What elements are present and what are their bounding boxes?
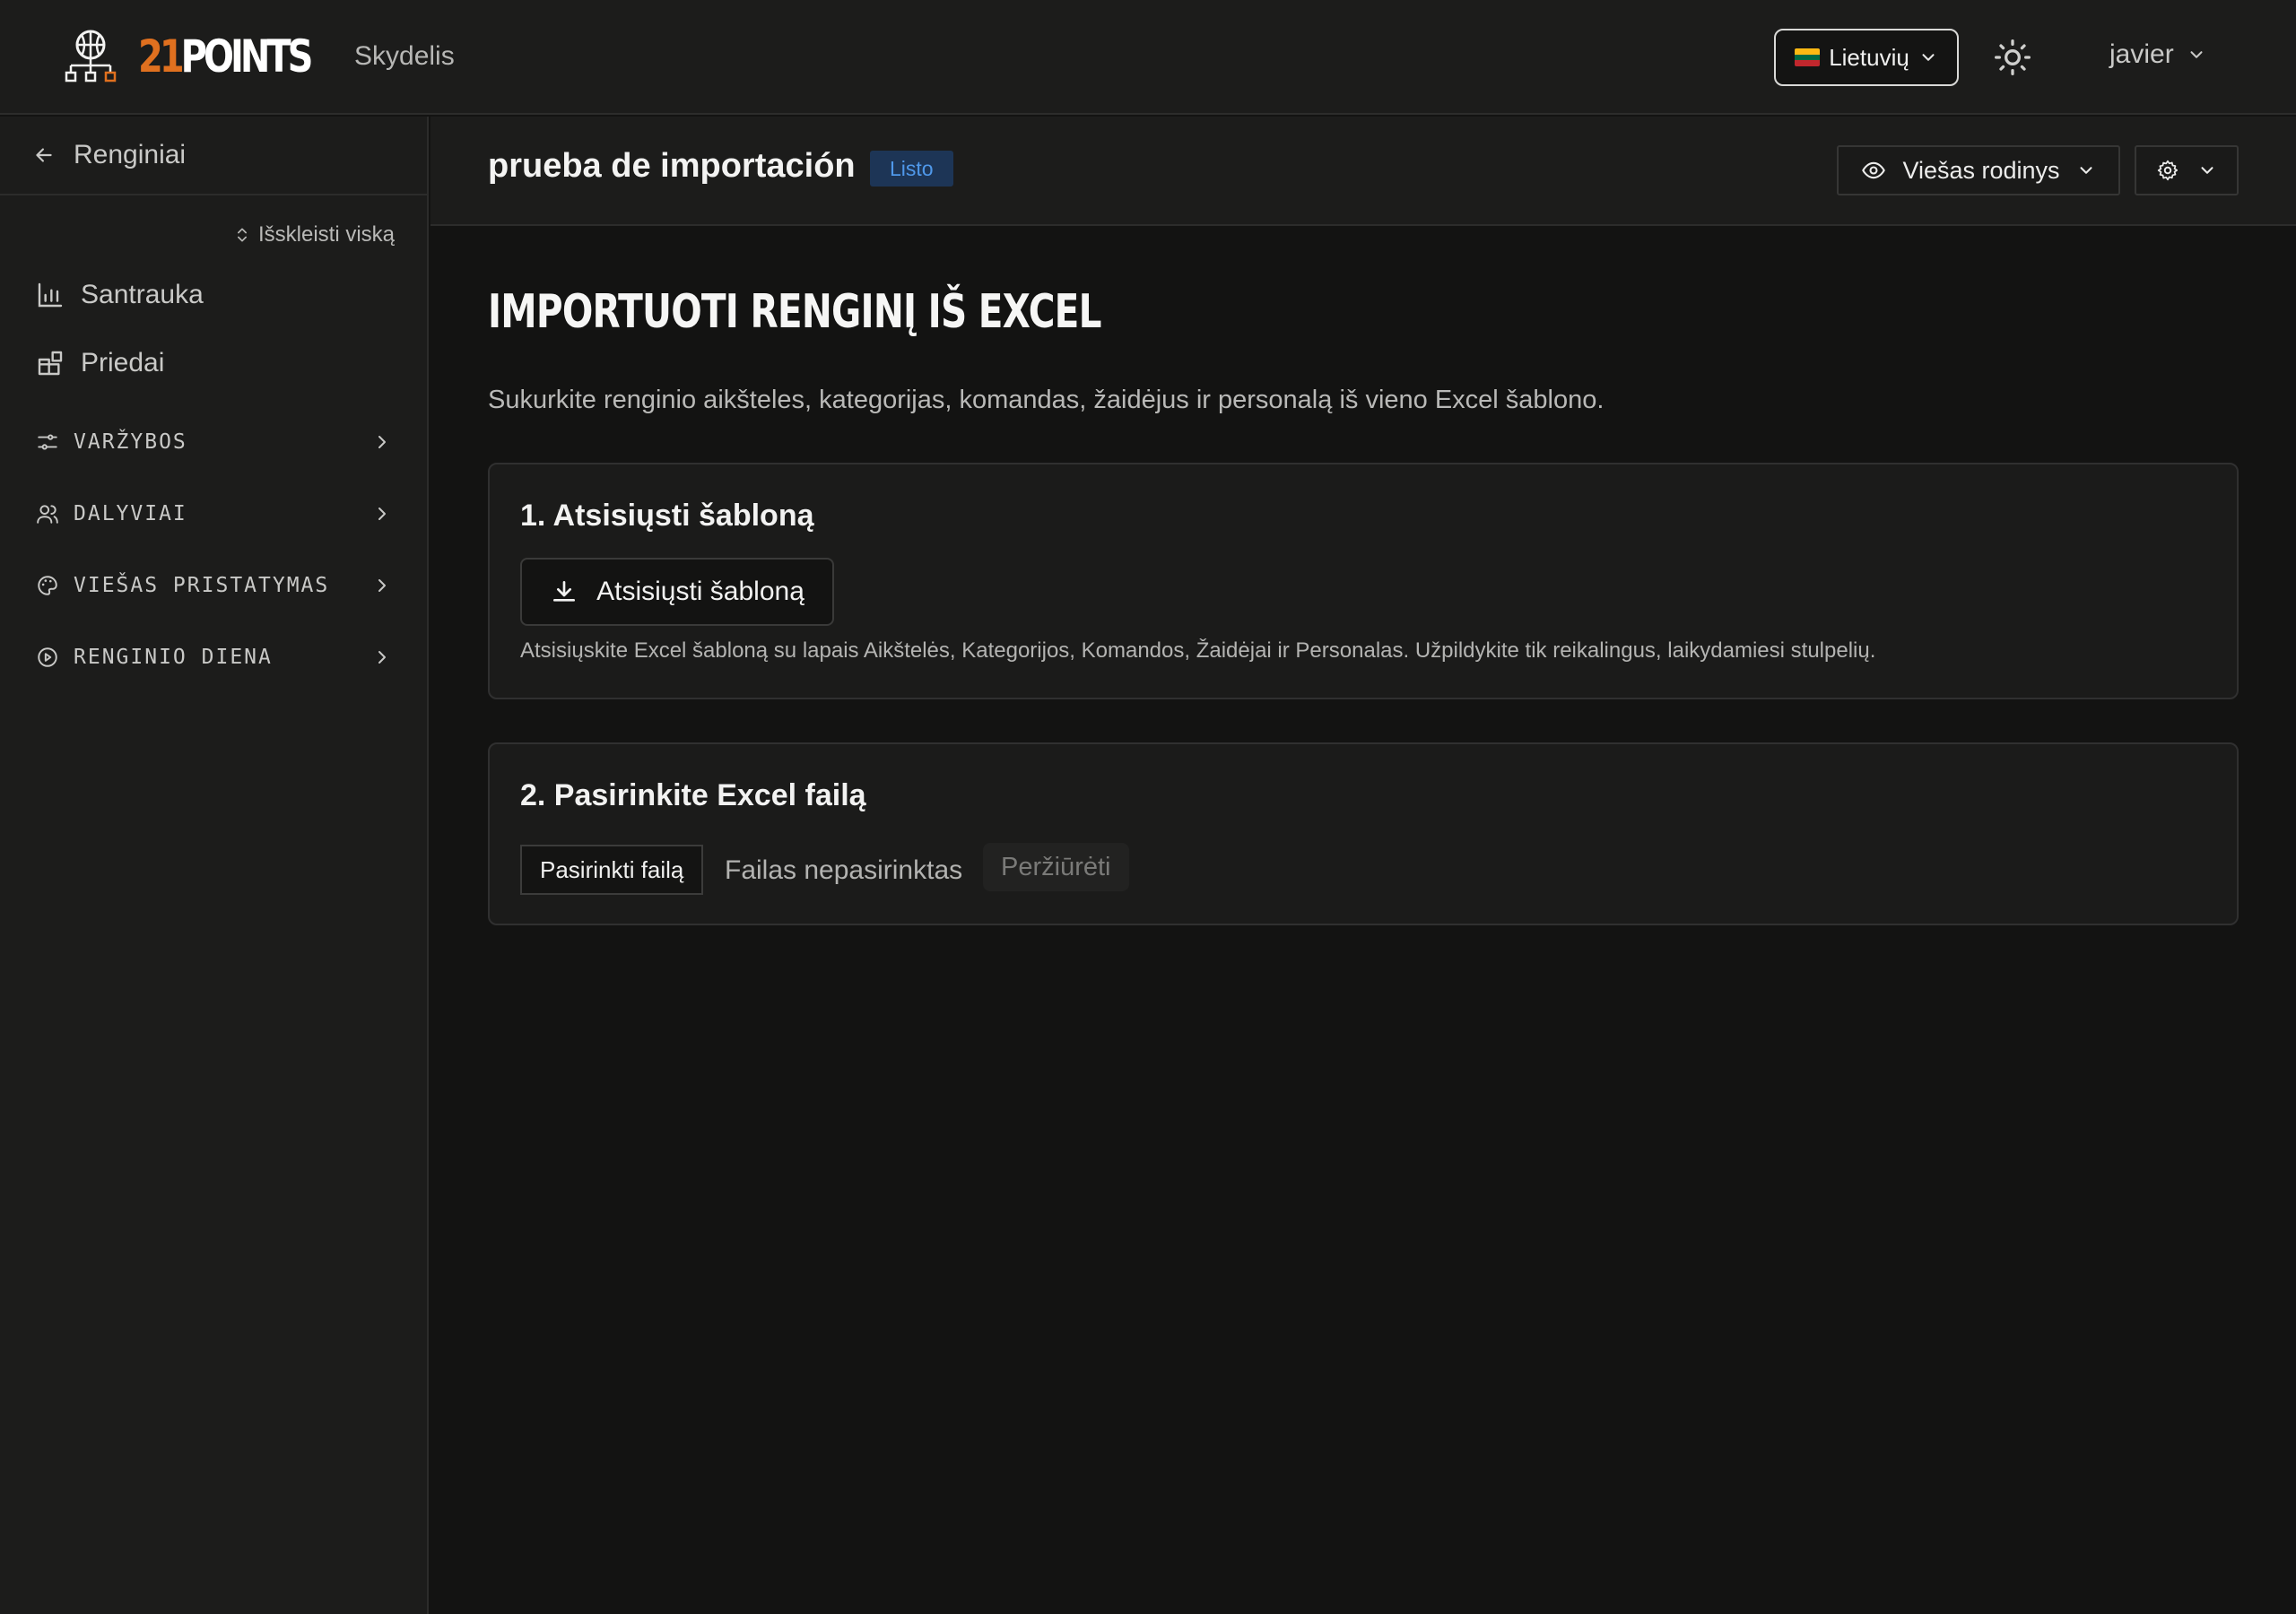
sidebar-group-public-presentation[interactable]: VIEŠAS PRISTATYMAS bbox=[36, 574, 393, 597]
chevron-right-icon bbox=[378, 436, 386, 448]
sidebar-group-event-day[interactable]: RENGINIO DIENA bbox=[36, 646, 393, 669]
download-template-label: Atsisiųsti šabloną bbox=[596, 577, 804, 606]
back-link-label: Renginiai bbox=[74, 140, 187, 169]
gear-icon bbox=[2157, 160, 2179, 181]
sidebar-item-addons[interactable]: Priedai bbox=[36, 348, 164, 378]
import-description: Sukurkite renginio aikšteles, kategorija… bbox=[488, 386, 1605, 414]
step-title: 1. Atsisiųsti šabloną bbox=[520, 499, 814, 533]
import-heading: IMPORTUOTI RENGINĮ IŠ EXCEL bbox=[488, 285, 1101, 339]
logo-wordmark: 21POINTS bbox=[138, 30, 313, 82]
nav-link-dashboard[interactable]: Skydelis bbox=[354, 41, 455, 72]
sidebar-item-label: Santrauka bbox=[81, 280, 204, 309]
file-status-text: Failas nepasirinktas bbox=[725, 855, 963, 885]
language-label: Lietuvių bbox=[1829, 43, 1909, 71]
chevrons-up-down-icon bbox=[237, 228, 247, 242]
users-icon bbox=[37, 505, 58, 524]
step-download-template-card: 1. Atsisiųsti šabloną Atsisiųsti šabloną… bbox=[488, 463, 2239, 699]
chevron-down-icon bbox=[2080, 167, 2092, 174]
template-help-text: Atsisiųskite Excel šabloną su lapais Aik… bbox=[520, 638, 1876, 663]
sidebar-group-label: VIEŠAS PRISTATYMAS bbox=[74, 574, 330, 597]
sidebar-group-label: RENGINIO DIENA bbox=[74, 646, 273, 669]
download-template-button[interactable]: Atsisiųsti šabloną bbox=[520, 558, 834, 626]
public-view-label: Viešas rodinys bbox=[1902, 156, 2060, 184]
page-header: prueba de importación Listo Viešas rodin… bbox=[430, 117, 2296, 226]
preview-button[interactable]: Peržiūrėti bbox=[983, 843, 1129, 891]
sliders-icon bbox=[38, 434, 57, 450]
lithuania-flag-icon bbox=[1795, 48, 1821, 66]
play-circle-icon bbox=[38, 647, 57, 667]
page-title: prueba de importación bbox=[488, 147, 856, 185]
back-to-events-link[interactable]: Renginiai bbox=[0, 117, 427, 195]
public-view-button[interactable]: Viešas rodinys bbox=[1837, 145, 2120, 195]
bar-chart-icon bbox=[38, 282, 63, 308]
sidebar: Renginiai Išskleisti viską Santrauka Pri… bbox=[0, 117, 429, 1614]
blocks-icon bbox=[38, 351, 63, 376]
user-name: javier bbox=[2109, 39, 2174, 69]
arrow-left-icon bbox=[36, 148, 52, 162]
palette-icon bbox=[38, 576, 57, 595]
step-choose-file-card: 2. Pasirinkite Excel failą Pasirinkti fa… bbox=[488, 742, 2239, 925]
download-icon bbox=[553, 581, 576, 602]
sidebar-group-participants[interactable]: DALYVIAI bbox=[36, 502, 393, 525]
chevron-right-icon bbox=[378, 579, 386, 592]
chevron-down-icon bbox=[2190, 51, 2203, 58]
language-selector[interactable]: Lietuvių bbox=[1774, 29, 1959, 86]
sidebar-group-competitions[interactable]: VARŽYBOS bbox=[36, 430, 393, 454]
chevron-down-icon bbox=[2201, 167, 2213, 174]
chevron-down-icon bbox=[1922, 54, 1935, 61]
basketball-bracket-icon bbox=[65, 30, 117, 82]
choose-file-button[interactable]: Pasirinkti failą bbox=[520, 845, 704, 895]
chevron-right-icon bbox=[378, 508, 386, 520]
sidebar-item-summary[interactable]: Santrauka bbox=[36, 280, 204, 310]
logo[interactable]: 21POINTS bbox=[63, 29, 352, 84]
sidebar-item-label: Priedai bbox=[81, 348, 165, 377]
step-title: 2. Pasirinkite Excel failą bbox=[520, 778, 866, 812]
expand-all-label: Išskleisti viską bbox=[257, 222, 395, 247]
theme-toggle-button[interactable] bbox=[1993, 38, 2032, 77]
sidebar-group-label: DALYVIAI bbox=[74, 502, 187, 525]
eye-icon bbox=[1862, 161, 1886, 179]
sun-icon bbox=[1995, 39, 2031, 75]
settings-menu-button[interactable] bbox=[2135, 145, 2239, 195]
top-header: 21POINTS Skydelis Lietuvių javier bbox=[0, 0, 2296, 115]
sidebar-group-label: VARŽYBOS bbox=[74, 430, 187, 454]
user-menu[interactable]: javier bbox=[2109, 39, 2206, 70]
expand-all-button[interactable]: Išskleisti viską bbox=[233, 222, 395, 247]
chevron-right-icon bbox=[378, 651, 386, 664]
status-badge: Listo bbox=[870, 151, 953, 187]
